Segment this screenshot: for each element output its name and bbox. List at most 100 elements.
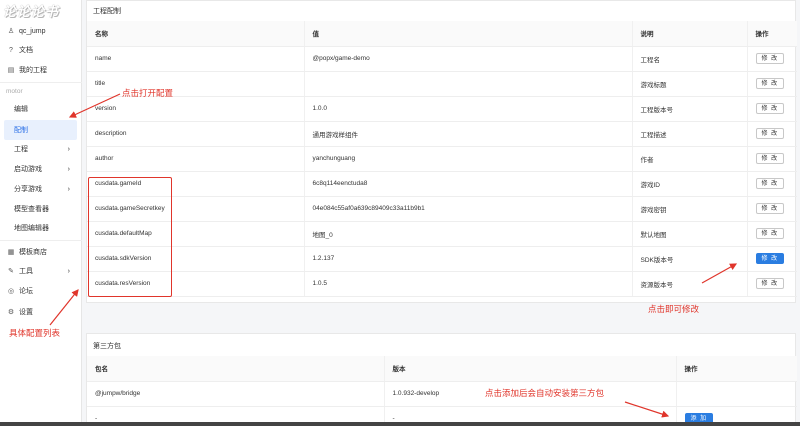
cell-name: description (87, 121, 304, 147)
table-row: description 通用游戏样组件 工程描述修 改 (87, 121, 797, 147)
taskbar-strip (0, 422, 800, 426)
cell-description: 资源版本号 (631, 271, 747, 297)
table-row: @jumpw/bridge 1.0.932-develop (87, 381, 797, 407)
sidebar-item-model-viewer[interactable]: 模型查看器 (0, 199, 82, 219)
chevron-right-icon: › (67, 145, 70, 153)
sidebar-item-docs[interactable]: ? 文档 (0, 40, 82, 60)
sidebar-item-edit[interactable]: 编辑 (0, 99, 82, 119)
sidebar-group-label: motor (6, 88, 23, 95)
edit-button[interactable]: 修 改 (755, 178, 785, 189)
sidebar-item-label: 编辑 (14, 106, 28, 113)
sidebar-item-label: 分享游戏 (14, 186, 42, 193)
cell-value: 地图_0 (303, 221, 632, 247)
third-party-card: 第三方包 包名 版本 操作 @jumpw/bridge 1.0.932-devel… (86, 333, 797, 426)
sidebar-item-label: 地图编辑器 (14, 225, 49, 232)
edit-button[interactable]: 修 改 (755, 203, 785, 214)
wrench-icon: ✎ (8, 268, 14, 275)
cell-description: 默认地图 (631, 221, 747, 247)
cell-value (303, 71, 632, 97)
third-party-card-title: 第三方包 (93, 343, 121, 350)
question-icon: ? (9, 46, 13, 54)
cell-name: title (87, 71, 304, 97)
cell-value: 6c8q114eenctuda8 (303, 171, 632, 197)
sidebar-item-label: 模板商店 (19, 249, 47, 256)
sidebar-item-label: 我的工程 (19, 67, 47, 74)
annotation-add-install: 点击添加后会自动安装第三方包 (485, 388, 605, 398)
config-card: 工程配制 名称 值 说明 操作 name @popx/game-demo 工程名修 … (86, 0, 797, 303)
sidebar-item-label: 设置 (19, 309, 33, 316)
sidebar-item-label: 启动游戏 (14, 166, 42, 173)
table-header-row: 包名 版本 操作 (87, 356, 797, 382)
cell-action: 修 改 (746, 146, 797, 172)
edit-button[interactable]: 修 改 (755, 78, 785, 89)
edit-button[interactable]: 修 改 (755, 278, 785, 289)
project-icon: ▤ (7, 67, 15, 74)
edit-button[interactable]: 修 改 (755, 53, 785, 64)
cell-value: 1.0.5 (303, 271, 632, 297)
cell-description: 工程描述 (631, 121, 747, 147)
edit-button[interactable]: 修 改 (755, 228, 785, 239)
cell-value: yanchunguang (303, 146, 632, 172)
column-header-action: 操作 (675, 356, 797, 382)
sidebar-item-user[interactable]: ♙ qc_jump (0, 21, 82, 41)
table-row: cusdata.gameSecretkey 04e084c55af0a639c89… (87, 196, 797, 222)
sidebar-item-label: qc_jump (19, 27, 46, 35)
cell-description: 游戏ID (631, 171, 747, 197)
table-row: version 1.0.0 工程版本号修 改 (87, 96, 797, 122)
edit-button[interactable]: 修 改 (755, 253, 785, 264)
chevron-right-icon: › (67, 267, 70, 275)
third-party-table: 包名 版本 操作 @jumpw/bridge 1.0.932-develop - - 添… (87, 356, 797, 426)
cell-name: name (87, 46, 304, 72)
sidebar-item-tools[interactable]: ✎ 工具 › (0, 261, 82, 281)
cell-action (675, 381, 797, 407)
sidebar-item-config[interactable]: 配制 (4, 120, 77, 140)
chevron-right-icon: › (67, 165, 70, 173)
edit-button[interactable]: 修 改 (755, 128, 785, 139)
table-row: name @popx/game-demo 工程名修 改 (87, 46, 797, 72)
sidebar-item-forum[interactable]: ◎ 论坛 (0, 281, 82, 301)
cell-action: 修 改 (746, 196, 797, 222)
annotation-open-config: 点击打开配置 (122, 88, 174, 98)
table-row: cusdata.resVersion 1.0.5 资源版本号修 改 (87, 271, 797, 297)
cell-description: 作者 (631, 146, 747, 172)
divider (0, 240, 82, 241)
annotation-click-edit: 点击即可修改 (648, 304, 700, 314)
cell-action: 修 改 (746, 71, 797, 97)
cell-action: 修 改 (746, 96, 797, 122)
sidebar-item-share-game[interactable]: 分享游戏 › (0, 179, 82, 199)
cell-action: 修 改 (746, 221, 797, 247)
edit-button[interactable]: 修 改 (755, 103, 785, 114)
sidebar-item-label: 工程 (14, 146, 28, 153)
table-row: cusdata.defaultMap 地图_0 默认地图修 改 (87, 221, 797, 247)
cell-description: 游戏密钥 (631, 196, 747, 222)
cell-description: 游戏标题 (631, 71, 747, 97)
app-logo: 论论论书 (3, 5, 60, 19)
table-row: title 游戏标题修 改 (87, 71, 797, 97)
sidebar-item-map-editor[interactable]: 地图编辑器 (0, 218, 82, 238)
cell-value: @popx/game-demo (303, 46, 632, 72)
table-header-row: 名称 值 说明 操作 (87, 21, 797, 47)
cell-package: @jumpw/bridge (87, 381, 384, 407)
cell-description: SDK版本号 (631, 246, 747, 272)
table-row: cusdata.gameId 6c8q114eenctuda8 游戏ID 修 改 (87, 171, 797, 197)
column-header-action: 操作 (746, 21, 797, 47)
gear-icon: ⚙ (7, 309, 15, 316)
column-header-package: 包名 (87, 356, 384, 382)
sidebar-item-settings[interactable]: ⚙ 设置 (0, 302, 82, 322)
config-table: 名称 值 说明 操作 name @popx/game-demo 工程名修 改 titl… (87, 21, 797, 297)
cell-value: 04e084c55af0a639c89409c33a11b9b1 (303, 196, 632, 222)
sidebar-item-project[interactable]: 工程 › (0, 139, 82, 159)
cell-action: 修 改 (746, 271, 797, 297)
edit-button[interactable]: 修 改 (755, 153, 785, 164)
store-icon: ▦ (7, 249, 15, 256)
sidebar-item-label: 文档 (19, 47, 33, 54)
cell-description: 工程版本号 (631, 96, 747, 122)
sidebar-item-label: 配制 (14, 127, 28, 134)
cell-action: 修 改 (746, 121, 797, 147)
column-header-name: 名称 (87, 21, 304, 47)
chevron-right-icon: › (67, 185, 70, 193)
sidebar-item-my-projects[interactable]: ▤ 我的工程 (0, 60, 82, 80)
cell-action: 修 改 (746, 246, 797, 272)
sidebar-item-launch-game[interactable]: 启动游戏 › (0, 159, 82, 179)
sidebar-item-template-store[interactable]: ▦ 模板商店 (0, 242, 82, 262)
